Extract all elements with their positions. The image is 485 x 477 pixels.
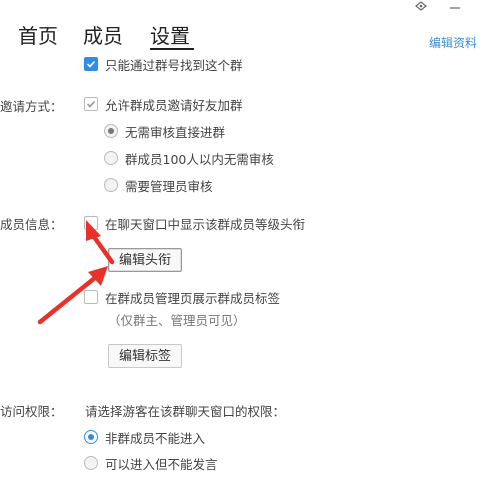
access-option-label: 非群成员不能进入 (105, 431, 206, 446)
tab-home[interactable]: 首页 (18, 20, 58, 49)
search-option-checkbox[interactable] (84, 57, 98, 71)
invite-option-label: 群成员100人以内无需审核 (125, 152, 274, 167)
access-option-label: 可以进入但不能发言 (105, 457, 218, 472)
allow-invite-checkbox[interactable] (84, 97, 98, 111)
invite-option-label: 需要管理员审核 (125, 179, 213, 194)
active-tab-indicator (150, 48, 194, 50)
invite-section-label: 邀请方式： (0, 99, 63, 114)
edit-title-button[interactable]: 编辑头衔 (108, 248, 182, 272)
access-section-label: 访问权限： (0, 404, 63, 419)
access-option-radio[interactable] (84, 456, 98, 470)
pin-icon[interactable] (414, 0, 428, 16)
tab-members[interactable]: 成员 (83, 20, 123, 49)
show-title-checkbox[interactable] (84, 216, 98, 230)
allow-invite-label: 允许群成员邀请好友加群 (105, 98, 243, 113)
invite-option-label: 无需审核直接进群 (125, 125, 226, 140)
minimize-icon[interactable] (448, 2, 462, 17)
invite-option-radio[interactable] (104, 151, 118, 165)
tab-settings[interactable]: 设置 (150, 20, 190, 49)
search-option-label: 只能通过群号找到这个群 (105, 58, 243, 73)
member-info-section-label: 成员信息： (0, 217, 63, 232)
edit-profile-link[interactable]: 编辑资料 (429, 34, 477, 51)
invite-option-radio[interactable] (104, 178, 118, 192)
access-prompt: 请选择游客在该群聊天窗口的权限： (85, 404, 286, 419)
edit-tags-button[interactable]: 编辑标签 (108, 344, 182, 368)
show-tags-label: 在群成员管理页展示群成员标签 (105, 291, 281, 306)
access-option-radio[interactable] (84, 430, 98, 444)
show-title-label: 在聊天窗口中显示该群成员等级头衔 (105, 217, 306, 232)
invite-option-radio[interactable] (104, 124, 118, 138)
tags-visibility-note: （仅群主、管理员可见） (108, 313, 246, 328)
show-tags-checkbox[interactable] (84, 290, 98, 304)
